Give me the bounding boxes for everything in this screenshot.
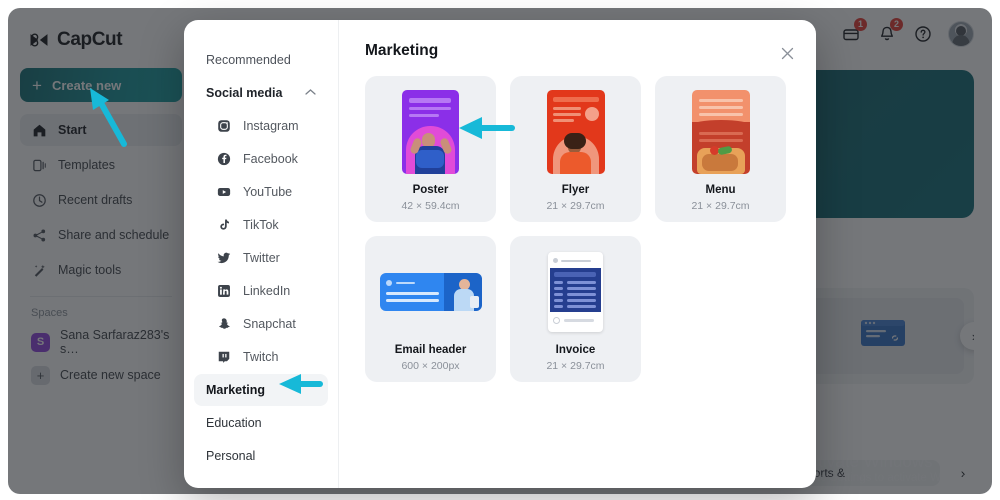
modal-item-label: Recommended <box>206 53 291 67</box>
modal-item-marketing[interactable]: Marketing <box>194 374 328 406</box>
template-tile-flyer[interactable]: Flyer 21 × 29.7cm <box>510 76 641 222</box>
modal-item-label: Marketing <box>206 383 266 397</box>
template-name: Invoice <box>555 344 596 356</box>
create-new-modal: Recommended Social media Instagram Faceb… <box>184 20 816 488</box>
snapchat-icon <box>216 316 232 332</box>
modal-item-label: Education <box>206 416 262 430</box>
poster-thumbnail <box>402 90 459 174</box>
modal-item-linkedin[interactable]: LinkedIn <box>194 275 328 307</box>
template-tile-email-header[interactable]: Email header 600 × 200px <box>365 236 496 382</box>
modal-item-tiktok[interactable]: TikTok <box>194 209 328 241</box>
modal-item-label: YouTube <box>243 185 293 199</box>
instagram-icon <box>216 118 232 134</box>
thumbnail-wrap <box>546 89 605 175</box>
thumbnail-wrap <box>691 89 750 175</box>
modal-item-snapchat[interactable]: Snapchat <box>194 308 328 340</box>
template-dimensions: 21 × 29.7cm <box>691 200 750 212</box>
modal-item-personal[interactable]: Personal <box>194 440 328 472</box>
template-dimensions: 600 × 200px <box>401 360 460 372</box>
template-dimensions: 21 × 29.7cm <box>546 200 605 212</box>
template-tile-menu[interactable]: Menu 21 × 29.7cm <box>655 76 786 222</box>
screenshot-root: CapCut + Create new Start Template <box>0 0 1000 500</box>
modal-item-twitch[interactable]: Twitch <box>194 341 328 373</box>
modal-item-education[interactable]: Education <box>194 407 328 439</box>
thumbnail-wrap <box>548 249 603 335</box>
template-name: Email header <box>394 344 467 356</box>
modal-item-label: LinkedIn <box>243 284 291 298</box>
email-header-thumbnail <box>379 273 482 311</box>
template-grid: Poster 42 × 59.4cm Flyer 21 × 29.7cm Men… <box>365 76 790 382</box>
tiktok-icon <box>216 217 232 233</box>
modal-item-label: Personal <box>206 449 256 463</box>
modal-item-label: TikTok <box>243 218 279 232</box>
template-name: Menu <box>705 184 736 196</box>
modal-item-youtube[interactable]: YouTube <box>194 176 328 208</box>
modal-item-label: Facebook <box>243 152 298 166</box>
modal-item-label: Snapchat <box>243 317 296 331</box>
template-name: Poster <box>412 184 449 196</box>
modal-item-label: Social media <box>206 86 283 100</box>
flyer-thumbnail <box>546 90 605 174</box>
menu-thumbnail <box>691 90 750 174</box>
modal-group-social-media[interactable]: Social media <box>194 77 328 109</box>
modal-item-label: Twitter <box>243 251 280 265</box>
template-tile-invoice[interactable]: Invoice 21 × 29.7cm <box>510 236 641 382</box>
modal-item-label: Instagram <box>243 119 299 133</box>
twitch-icon <box>216 349 232 365</box>
modal-item-label: Twitch <box>243 350 279 364</box>
thumbnail-wrap <box>402 89 459 175</box>
modal-item-recommended[interactable]: Recommended <box>194 44 328 76</box>
linkedin-icon <box>216 283 232 299</box>
modal-category-sidebar: Recommended Social media Instagram Faceb… <box>184 20 339 488</box>
twitter-icon <box>216 250 232 266</box>
facebook-icon <box>216 151 232 167</box>
template-dimensions: 21 × 29.7cm <box>546 360 605 372</box>
page-title: Marketing <box>365 42 439 59</box>
template-tile-poster[interactable]: Poster 42 × 59.4cm <box>365 76 496 222</box>
template-dimensions: 42 × 59.4cm <box>401 200 460 212</box>
youtube-icon <box>216 184 232 200</box>
modal-item-facebook[interactable]: Facebook <box>194 143 328 175</box>
invoice-thumbnail <box>548 252 603 332</box>
template-name: Flyer <box>561 184 590 196</box>
modal-item-instagram[interactable]: Instagram <box>194 110 328 142</box>
close-icon[interactable] <box>776 42 798 64</box>
chevron-up-icon <box>305 88 316 99</box>
thumbnail-wrap <box>379 249 482 335</box>
modal-item-twitter[interactable]: Twitter <box>194 242 328 274</box>
modal-content-panel: Marketing Poster 42 × 59.4cm Flyer 21 × … <box>339 20 816 488</box>
